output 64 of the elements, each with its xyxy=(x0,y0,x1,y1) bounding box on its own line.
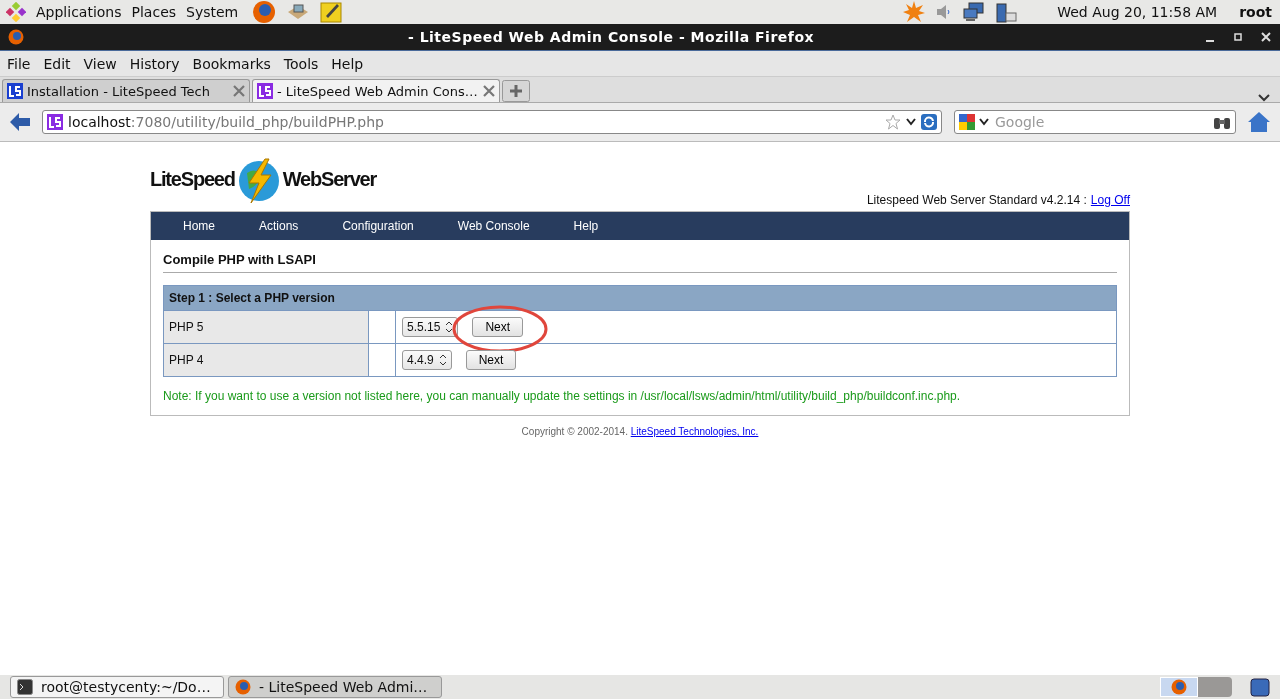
page-heading: Compile PHP with LSAPI xyxy=(163,252,1117,273)
table-cell: PHP 5 xyxy=(164,311,369,343)
menu-item[interactable]: Help xyxy=(331,55,364,72)
nav-link[interactable]: Help xyxy=(573,219,599,233)
nav-link[interactable]: Web Console xyxy=(457,219,530,233)
browser-tab[interactable]: - LiteSpeed Web Admin Cons… xyxy=(252,79,500,102)
menu-item[interactable]: File xyxy=(7,55,31,72)
chevron-down-icon[interactable] xyxy=(979,118,989,126)
menu-item[interactable]: View xyxy=(83,55,117,72)
next-button[interactable]: Next xyxy=(472,317,524,337)
log-off-link[interactable]: Log Off xyxy=(1090,193,1130,207)
firefox-icon xyxy=(8,29,24,45)
address-field[interactable]: localhost:7080/utility/build_php/buildPHP.php xyxy=(42,110,942,134)
note-text: Note: If you want to use a version not listed here, you can manually update the settings in /usr/local/lsws/admin/html/utility/build_php/buildconf.inc.php. xyxy=(163,389,962,403)
step-title: Step 1 : Select a PHP version xyxy=(164,286,1116,310)
chevron-down-icon[interactable] xyxy=(906,118,916,126)
panel-menu[interactable]: Places xyxy=(131,4,177,20)
next-button[interactable]: Next xyxy=(465,350,517,370)
trash-icon[interactable] xyxy=(1250,677,1270,697)
network-icon[interactable] xyxy=(963,2,986,22)
workspace-switcher[interactable] xyxy=(1160,677,1232,697)
battery-icon[interactable] xyxy=(995,1,1018,23)
search-box[interactable]: Google xyxy=(954,110,1236,134)
version-select[interactable]: 4.4.9 xyxy=(402,350,452,370)
nav-link[interactable]: Actions xyxy=(259,219,299,233)
table-cell: PHP 4 xyxy=(164,344,369,376)
copyright-text: Copyright © 2002-2014. xyxy=(521,426,628,437)
nav-link[interactable]: Configuration xyxy=(342,219,414,233)
version-select[interactable]: 5.5.15 xyxy=(402,317,459,337)
star-icon[interactable] xyxy=(885,114,901,130)
site-favicon-icon xyxy=(257,83,273,99)
window-title: - LiteSpeed Web Admin Console - Mozilla Firefox xyxy=(406,29,816,45)
taskbar-button[interactable]: root@testycenty:~/Do… xyxy=(10,676,224,698)
menu-item[interactable]: Bookmarks xyxy=(192,55,271,72)
distro-logo-icon[interactable] xyxy=(6,2,26,22)
company-link[interactable]: LiteSpeed Technologies, Inc. xyxy=(630,426,759,437)
nav-link[interactable]: Home xyxy=(183,219,215,233)
menu-item[interactable]: History xyxy=(129,55,180,72)
chevron-down-icon[interactable] xyxy=(1258,94,1270,102)
notepad-icon[interactable] xyxy=(320,1,343,23)
taskbar-button[interactable]: - LiteSpeed Web Admi… xyxy=(228,676,442,698)
user-name[interactable]: root xyxy=(1239,4,1272,20)
firefox-icon xyxy=(1171,679,1187,695)
logo: LiteSpeed WebServer xyxy=(150,156,377,203)
terminal-icon xyxy=(17,679,33,695)
new-tab-icon[interactable] xyxy=(502,80,530,102)
back-arrow-icon[interactable] xyxy=(10,113,30,131)
menu-item[interactable]: Edit xyxy=(43,55,71,72)
browser-tab[interactable]: Installation - LiteSpeed Tech xyxy=(2,79,250,102)
site-favicon-icon xyxy=(47,114,63,130)
clock[interactable]: Wed Aug 20, 11:58 AM xyxy=(1057,4,1218,20)
firefox-icon xyxy=(235,679,251,695)
panel-menu[interactable]: Applications xyxy=(36,4,122,20)
google-logo-icon[interactable] xyxy=(959,114,975,130)
maximize-icon[interactable] xyxy=(1232,31,1244,43)
panel-menu[interactable]: System xyxy=(186,4,239,20)
firefox-icon[interactable] xyxy=(252,0,277,24)
spinner-arrows-icon xyxy=(438,354,447,366)
home-icon[interactable] xyxy=(1248,112,1270,132)
reload-icon[interactable] xyxy=(921,114,937,130)
menu-item[interactable]: Tools xyxy=(283,55,319,72)
spinner-arrows-icon xyxy=(445,321,454,333)
version-text: Litespeed Web Server Standard v4.2.14 : xyxy=(866,193,1087,207)
site-favicon-icon xyxy=(7,83,23,99)
